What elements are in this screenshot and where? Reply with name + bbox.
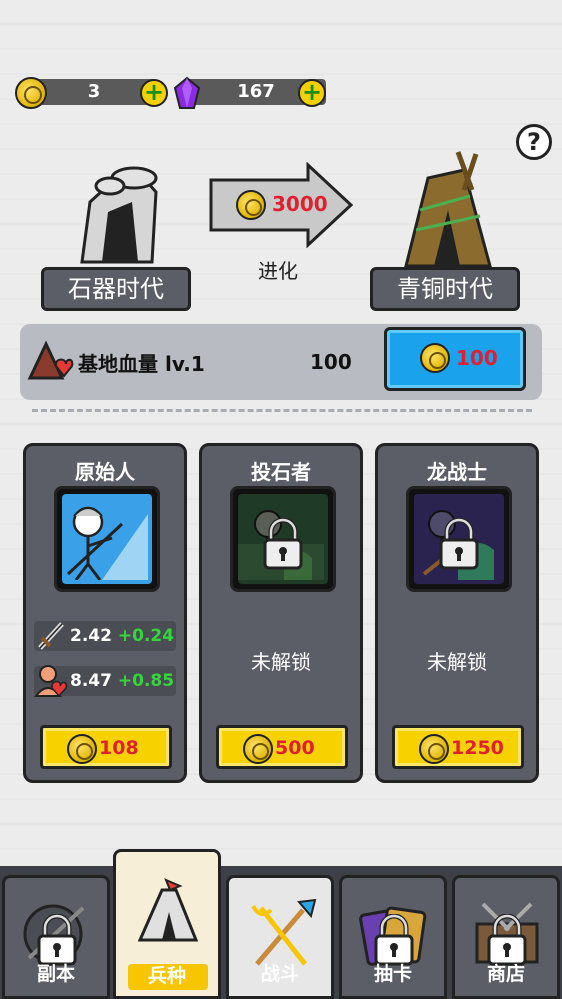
add-coins-button[interactable]: + [140,79,168,107]
unlock-dragon-warrior-button[interactable]: 1250 [392,725,524,769]
attack-value: 2.42 [70,626,112,646]
tab-battle[interactable]: 战斗 [226,875,334,999]
lock-icon [439,518,479,570]
locked-label: 未解锁 [427,650,487,674]
unit-portrait [54,486,160,592]
upgrade-base-hp-button[interactable] [384,327,526,391]
tent-icon [137,878,199,942]
caveman-portrait-icon [66,506,148,581]
next-era-label: 青铜时代 [370,267,520,311]
coin-icon [67,734,97,764]
coin-count: 3 [30,79,158,105]
locked-label: 未解锁 [251,650,311,674]
base-hp-upgrade-cost: 100 [456,346,498,370]
tab-label: 抽卡 [373,963,412,985]
add-gems-button[interactable]: + [298,79,326,107]
attack-bonus: +0.24 [117,626,175,646]
coin-icon [243,734,273,764]
base-hp-value: 100 [310,350,352,374]
unlock-stone-thrower-button[interactable]: 500 [216,725,348,769]
tab-shop[interactable]: 商店 [452,875,560,999]
help-button[interactable]: ? [516,124,552,160]
tab-dungeon[interactable]: 副本 [2,875,110,999]
unit-name: 投石者 [251,460,311,484]
divider [32,409,532,412]
health-icon [34,665,68,698]
unit-name: 龙战士 [427,460,487,484]
tab-label: 战斗 [260,963,299,985]
gem-icon [173,76,201,109]
health-bonus: +0.85 [117,671,175,691]
lock-icon [263,518,303,570]
coin-icon [236,190,266,220]
base-hp-title: 基地血量 lv.1 [78,352,205,376]
unit-cost: 500 [275,737,315,759]
current-era-label: 石器时代 [41,267,191,311]
upgrade-caveman-button[interactable]: 108 [40,725,172,769]
sword-icon [38,622,64,650]
stone-age-base-icon [80,166,158,264]
coin-icon [420,343,450,373]
coin-icon [419,734,449,764]
unit-cost: 1250 [451,737,504,759]
evolve-label: 进化 [258,259,298,283]
base-health-icon [27,340,74,380]
bronze-age-base-icon [404,151,492,268]
tab-label: 副本 [36,963,75,985]
unit-card-caveman[interactable]: 原始人 2.42 +0.24 8.47 +0.85 108 [23,443,187,783]
evolve-cost: 3000 [272,192,328,216]
unit-cost: 108 [99,737,139,759]
tab-gacha[interactable]: 抽卡 [339,875,447,999]
coin-icon [15,77,47,109]
unit-name: 原始人 [75,460,135,484]
unit-card-dragon-warrior[interactable]: 龙战士 未解锁 1250 [375,443,539,783]
tab-units[interactable]: 兵种 [113,849,221,999]
tab-label: 兵种 [147,965,186,987]
health-value: 8.47 [70,671,112,691]
tab-label: 商店 [486,963,525,985]
unit-card-stone-thrower[interactable]: 投石者 未解锁 500 [199,443,363,783]
